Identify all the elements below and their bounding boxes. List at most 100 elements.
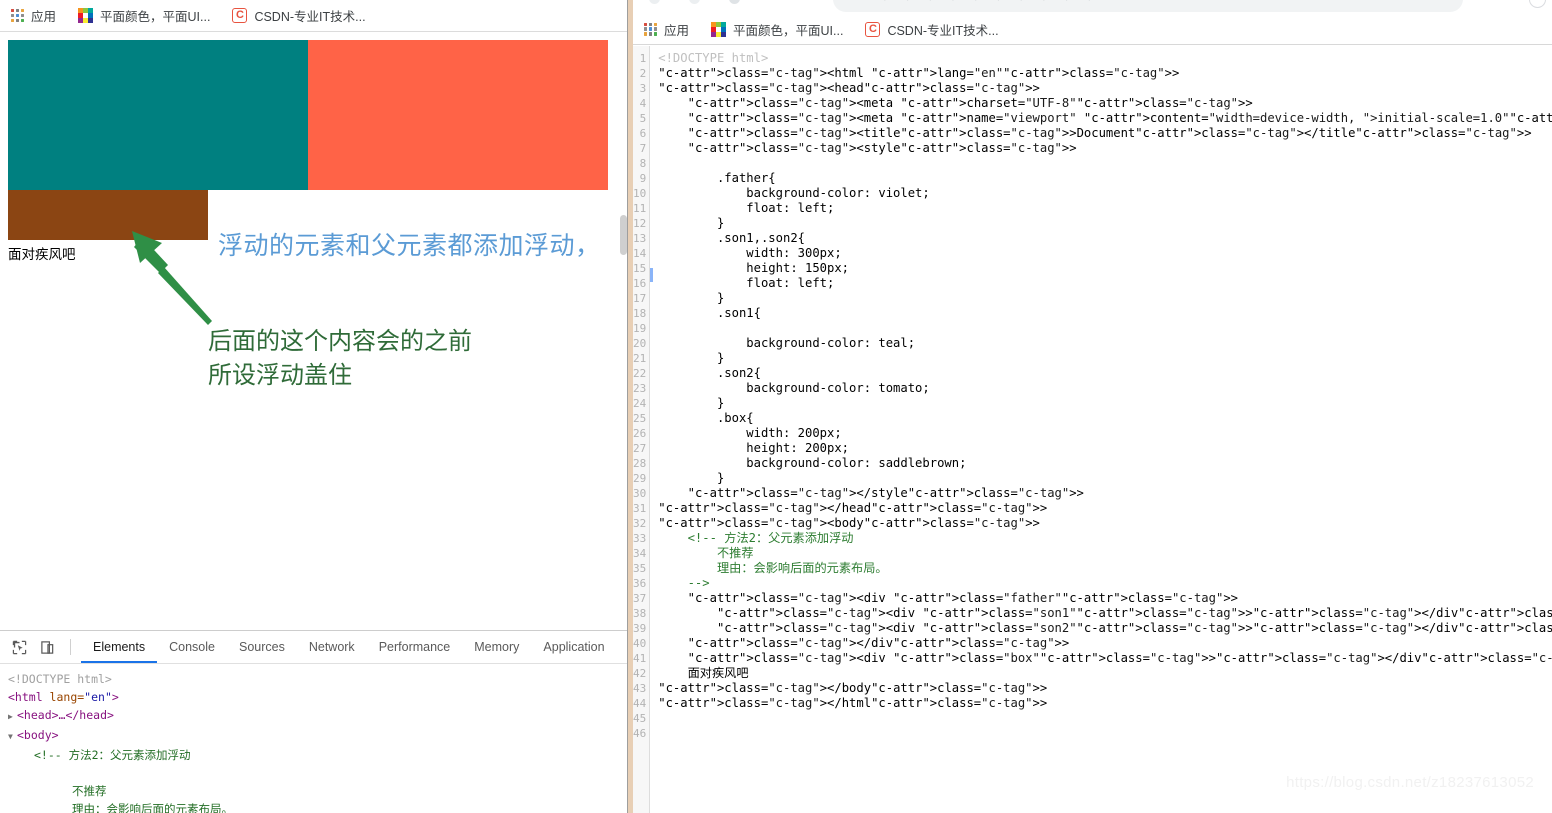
forward-button[interactable] <box>689 0 700 4</box>
bookmark-flat-color-label: 平面颜色，平面UI... <box>100 10 211 24</box>
code-line: } <box>658 351 725 365</box>
tab-network[interactable]: Network <box>297 632 367 663</box>
devtools-panel: Elements Console Sources Network Perform… <box>0 630 628 813</box>
line-number: 22 <box>633 367 647 380</box>
line-number: 3 <box>639 82 647 95</box>
dom-row: <html lang="en"> <box>8 688 628 706</box>
bookmark-apps-label: 应用 <box>664 23 690 38</box>
code-line: 理由：会影响后面的元素布局。 <box>658 561 888 575</box>
code-line: "c-attr">class="c-tag"><div "c-attr">cla… <box>716 606 1552 620</box>
back-button[interactable] <box>649 0 660 4</box>
tab-sources[interactable]: Sources <box>227 632 297 663</box>
rendered-body-text: 面对疾风吧 <box>8 247 76 262</box>
dom-row: <!DOCTYPE html> <box>8 672 112 686</box>
line-number: 32 <box>633 517 647 530</box>
annotation-arrow-icon <box>132 231 212 325</box>
bookmark-apps[interactable]: 应用 <box>633 17 700 41</box>
line-number: 20 <box>633 337 647 350</box>
code-line: "c-attr">class="c-tag"><head"c-attr">cla… <box>658 81 1040 95</box>
code-line: "c-attr">class="c-tag"><html "c-attr">la… <box>658 66 1180 80</box>
annotation-green-line1: 后面的这个内容会的之前 <box>208 328 472 355</box>
dom-tree: <!DOCTYPE html> <html lang="en"> ▶ <head>… <box>0 664 628 813</box>
bookmark-flat-color[interactable]: 平面颜色，平面UI... <box>67 4 221 28</box>
dom-tag-html: <html <box>8 690 43 704</box>
annotation-green-note: 后面的这个内容会的之前 所设浮动盖住 <box>208 325 472 393</box>
apps-grid-icon <box>644 22 657 36</box>
code-line: "c-attr">class="c-tag"><div "c-attr">cla… <box>687 651 1552 665</box>
bookmark-csdn[interactable]: C CSDN-专业IT技术... <box>854 17 1009 41</box>
csdn-icon: C <box>232 8 248 23</box>
inspect-element-icon[interactable] <box>6 635 32 659</box>
dom-body-node: <body> <box>17 728 59 742</box>
device-toolbar-icon[interactable] <box>34 635 60 659</box>
line-number: 36 <box>633 577 647 590</box>
bookmark-flat-color[interactable]: 平面颜色，平面UI... <box>700 17 854 41</box>
code-line: "c-attr">class="c-tag"><meta "c-attr">na… <box>687 111 1552 125</box>
dom-row: 理由：会影响后面的元素布局。 <box>72 802 233 813</box>
line-number: 39 <box>633 622 647 635</box>
dom-attr-lang-value: "en" <box>84 690 112 704</box>
tab-application[interactable]: Application <box>531 632 616 663</box>
line-number: 19 <box>633 322 647 335</box>
line-number: 28 <box>633 457 647 470</box>
page-scrollbar-thumb[interactable] <box>620 215 627 255</box>
code-line: background-color: violet; <box>658 186 930 200</box>
line-number: 35 <box>633 562 647 575</box>
line-number: 11 <box>633 202 647 215</box>
dom-row[interactable]: ▶ <head>…</head> <box>8 706 628 726</box>
line-number: 29 <box>633 472 647 485</box>
profile-avatar[interactable] <box>1529 0 1546 8</box>
line-number: 44 <box>633 697 647 710</box>
code-line: .box{ <box>658 411 754 425</box>
code-line: } <box>658 291 725 305</box>
tab-memory[interactable]: Memory <box>462 632 531 663</box>
code-line: } <box>658 216 725 230</box>
line-number: 34 <box>633 547 647 560</box>
dom-row[interactable]: ▼ <body> <box>8 726 628 746</box>
dom-attr-lang: lang= <box>42 690 85 704</box>
code-line: .son1{ <box>658 306 761 320</box>
toolbar-divider <box>70 639 71 655</box>
omnibox-text: · · · · · · · · · · <box>883 0 1100 6</box>
tab-console[interactable]: Console <box>157 632 227 663</box>
line-number: 15 <box>633 262 647 275</box>
reload-button[interactable] <box>729 0 740 4</box>
bookmark-csdn[interactable]: C CSDN-专业IT技术... <box>221 4 376 28</box>
code-line: .son1,.son2{ <box>658 231 805 245</box>
code-line: float: left; <box>658 276 835 290</box>
tab-performance[interactable]: Performance <box>367 632 463 663</box>
dom-row: 不推荐 <box>72 784 107 798</box>
color-palette-icon <box>78 8 94 23</box>
line-number: 30 <box>633 487 647 500</box>
dom-tag-close: > <box>111 690 119 704</box>
bookmark-csdn-label: CSDN-专业IT技术... <box>887 23 999 38</box>
code-line: 不推荐 <box>658 546 754 560</box>
chevron-right-icon[interactable]: ▶ <box>8 708 17 726</box>
line-number: 45 <box>633 712 647 725</box>
color-palette-icon <box>711 21 727 37</box>
browser-window-left: 应用 平面颜色，平面UI... C CSDN-专业IT技术... 面对疾风吧 浮… <box>0 0 628 813</box>
chevron-down-icon[interactable]: ▼ <box>8 728 17 746</box>
rendered-box-son1 <box>8 40 308 190</box>
line-number: 10 <box>633 187 647 200</box>
code-line: 面对疾风吧 <box>658 666 749 680</box>
line-number: 43 <box>633 682 647 695</box>
line-number: 17 <box>633 292 647 305</box>
source-code[interactable]: <!DOCTYPE html> "c-attr">class="c-tag"><h… <box>650 46 1552 711</box>
line-number: 1 <box>639 52 647 65</box>
tab-elements[interactable]: Elements <box>81 632 158 663</box>
line-number: 46 <box>633 727 647 740</box>
code-line: } <box>658 396 725 410</box>
code-line: float: left; <box>658 201 835 215</box>
line-number: 2 <box>639 67 647 80</box>
code-line: <!DOCTYPE html> <box>658 51 769 65</box>
code-line: background-color: teal; <box>658 336 916 350</box>
annotation-blue-note: 浮动的元素和父元素都添加浮动， <box>218 232 601 260</box>
rendered-box-son2 <box>308 40 608 190</box>
apps-grid-icon <box>11 9 24 22</box>
code-line: "c-attr">class="c-tag"><div "c-attr">cla… <box>687 591 1239 605</box>
devtools-toolbar: Elements Console Sources Network Perform… <box>0 631 628 664</box>
bookmark-apps[interactable]: 应用 <box>0 4 67 28</box>
